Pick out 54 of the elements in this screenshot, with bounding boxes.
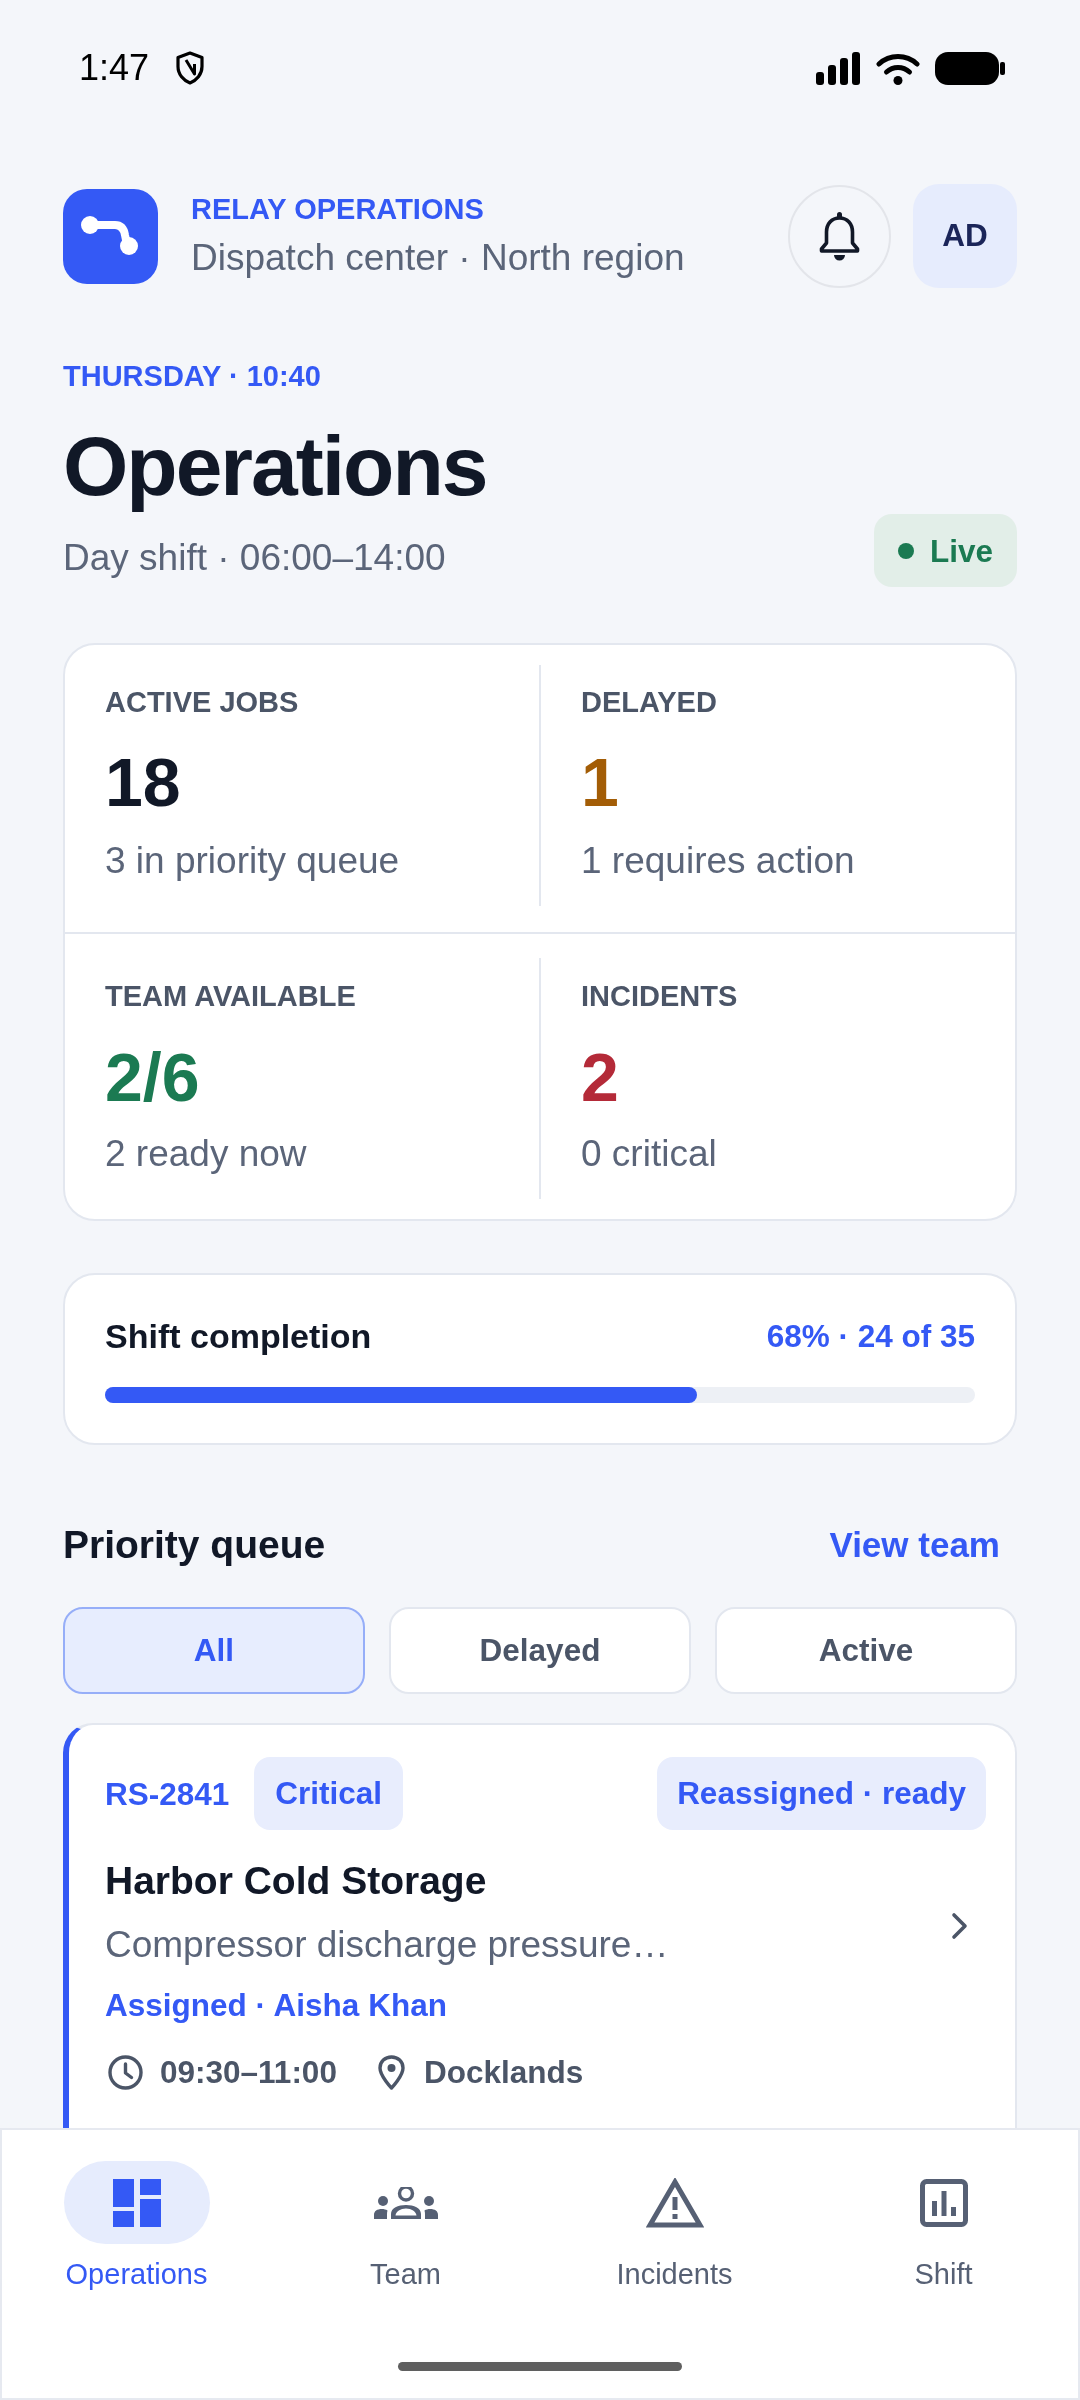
notifications-button[interactable] — [788, 184, 891, 288]
stat-value: 2/6 — [105, 1038, 200, 1117]
job-title: Harbor Cold Storage — [105, 1858, 487, 1904]
filter-tab[interactable]: All — [63, 1607, 365, 1694]
stat-note: 2 ready now — [105, 1132, 307, 1176]
shift-hours: Day shift · 06:00–14:00 — [63, 535, 446, 580]
filter-tab[interactable]: Delayed — [389, 1607, 691, 1694]
job-card[interactable]: RS-2841 Critical Reassigned · ready Harbor Cold Storage Compressor discharge pressure… Assigned · Aisha Khan 09:30–11:00 Docklands — [63, 1723, 1017, 2128]
job-time: 09:30–11:00 — [160, 2053, 337, 2092]
filter-tab[interactable]: Active — [715, 1607, 1017, 1694]
progress-reading: 68% · 24 of 35 — [766, 1317, 975, 1355]
job-assignee: Assigned · Aisha Khan — [105, 1986, 447, 2024]
page-title: Operations — [63, 418, 487, 514]
progress-label: Shift completion — [105, 1316, 372, 1357]
route-icon — [63, 188, 158, 284]
nav-tab[interactable]: Team — [332, 2161, 479, 2291]
section-title: Priority queue — [63, 1522, 326, 1568]
live-status-text: Live — [929, 531, 993, 570]
nav-tab[interactable]: Shift — [870, 2161, 1017, 2291]
clock-icon — [108, 2054, 143, 2090]
bar-chart-icon — [919, 2178, 968, 2227]
people-group-icon — [373, 2186, 438, 2219]
job-id: RS-2841 — [105, 1774, 230, 1813]
stat-note: 1 requires action — [581, 839, 855, 883]
warning-icon — [645, 2177, 704, 2228]
shield-icon — [175, 51, 206, 85]
wifi-icon — [876, 51, 920, 85]
stat-value: 1 — [581, 743, 619, 822]
bell-icon — [818, 211, 861, 261]
job-description: Compressor discharge pressure… — [105, 1923, 669, 1967]
dashboard-icon — [112, 2178, 161, 2227]
status-time: 1:47 — [79, 47, 150, 89]
header-subtitle: Dispatch center · North region — [191, 236, 685, 280]
priority-badge: Critical — [254, 1757, 404, 1830]
nav-tab[interactable]: Incidents — [601, 2161, 748, 2291]
location-pin-icon — [377, 2054, 405, 2090]
signal-icon — [816, 51, 861, 85]
stat-value: 18 — [105, 743, 181, 822]
battery-icon — [935, 51, 1005, 85]
status-dot-icon — [897, 542, 914, 559]
stat-label: DELAYED — [581, 685, 717, 719]
chevron-right-icon — [951, 1911, 969, 1940]
brand-name: RELAY OPERATIONS — [191, 192, 484, 226]
stat-value: 2 — [581, 1038, 619, 1117]
status-badge: Reassigned · ready — [657, 1757, 986, 1830]
stat-label: INCIDENTS — [581, 979, 738, 1013]
stat-label: TEAM AVAILABLE — [105, 979, 356, 1013]
stat-note: 0 critical — [581, 1132, 717, 1176]
avatar[interactable]: AD — [913, 184, 1017, 288]
job-location: Docklands — [423, 2053, 584, 2092]
stat-label: ACTIVE JOBS — [105, 685, 299, 719]
date-time-label: THURSDAY · 10:40 — [63, 359, 321, 393]
stat-note: 3 in priority queue — [105, 839, 400, 883]
view-team-link[interactable]: View team — [829, 1523, 1000, 1567]
